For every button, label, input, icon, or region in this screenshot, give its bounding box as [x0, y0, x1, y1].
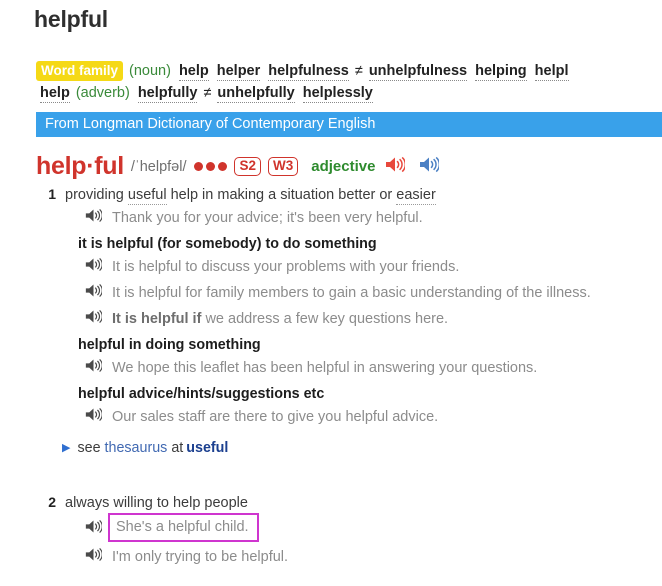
speaker-icon-british[interactable]: [385, 156, 407, 178]
dictionary-entry-page: helpful Word family (noun) help helper helpf…: [0, 0, 662, 586]
highlight-box: She's a helpful child.: [108, 513, 259, 542]
speaker-icon-example[interactable]: [85, 547, 103, 568]
word-family-line-1: Word family (noun) help helper helpfulness ≠ u…: [36, 60, 662, 82]
headword-row: help·ful /ˈhelpfəl/ S2 W3 adjective: [36, 152, 441, 181]
frequency-dots: [194, 162, 228, 171]
example-sentence: I'm only trying to be helpful.: [36, 547, 662, 568]
word-family-not-equal-2: ≠: [203, 85, 212, 101]
example-text: Our sales staff are there to give you he…: [112, 409, 439, 425]
word-family-word-help[interactable]: help: [178, 63, 209, 81]
word-family-line-2: help (adverb) helpfully ≠ unhelpfully helples…: [36, 82, 662, 104]
definition-link-useful[interactable]: useful: [127, 187, 167, 205]
example-text: She's a helpful child.: [116, 519, 249, 535]
example-sentence-highlighted: She's a helpful child.: [36, 513, 662, 542]
example-text: We hope this leaflet has been helpful in…: [112, 360, 538, 376]
example-sentence: It is helpful to discuss your problems w…: [36, 257, 662, 278]
definition-link-easier[interactable]: easier: [396, 187, 436, 205]
dictionary-source-banner: From Longman Dictionary of Contemporary …: [36, 112, 662, 137]
headword: help·ful: [36, 152, 124, 180]
frequency-dot-icon: [206, 162, 216, 171]
word-family-word-unhelpfulness[interactable]: unhelpfulness: [368, 63, 468, 81]
example-sentence: It is helpful for family members to gain…: [36, 283, 662, 304]
example-sentence: Our sales staff are there to give you he…: [36, 407, 662, 428]
word-family-word-helper[interactable]: helper: [216, 63, 261, 81]
speaker-icon-example[interactable]: [85, 257, 103, 278]
speaker-icon-example[interactable]: [85, 309, 103, 330]
sense-1-definition: providing useful help in making a situat…: [65, 187, 436, 205]
collocation-pattern: helpful in doing something: [78, 337, 261, 353]
example-text: It is helpful for family members to gain…: [112, 285, 591, 301]
definition-text-part: providing: [65, 187, 128, 203]
example-sentence: It is helpful if we address a few key qu…: [36, 309, 662, 330]
thesaurus-target-useful[interactable]: useful: [186, 440, 228, 456]
thesaurus-cross-reference[interactable]: ▶ see thesaurus at useful: [36, 440, 662, 456]
word-family-word-helping[interactable]: helping: [475, 63, 527, 81]
example-bold-prefix: It is helpful if: [112, 311, 202, 327]
example-text: Thank you for your advice; it's been ver…: [112, 210, 423, 226]
collocation-pattern: helpful advice/hints/suggestions etc: [78, 386, 325, 402]
speaker-icon-example[interactable]: [85, 407, 103, 428]
sense-2-definition: always willing to help people: [65, 495, 248, 511]
triangle-right-icon: ▶: [62, 441, 71, 454]
word-family-pos-adverb: (adverb): [75, 85, 130, 101]
speaker-icon-example[interactable]: [85, 519, 103, 540]
sense-2-header: 2 always willing to help people: [36, 494, 662, 511]
word-family-block: Word family (noun) help helper helpfulness ≠ u…: [36, 60, 662, 104]
page-title: helpful: [34, 6, 108, 32]
word-family-word-helpfully[interactable]: helpfully: [137, 85, 198, 103]
example-text: I'm only trying to be helpful.: [112, 549, 289, 565]
part-of-speech: adjective: [311, 158, 376, 175]
word-family-word-helpfulness[interactable]: helpfulness: [268, 63, 349, 81]
speaker-icon-example[interactable]: [85, 358, 103, 379]
speaker-icon-example[interactable]: [85, 208, 103, 229]
word-family-word-helplessly[interactable]: helplessly: [302, 85, 373, 103]
word-family-word-help-2[interactable]: help: [40, 85, 70, 103]
definition-text-part: help in making a situation better or: [166, 187, 397, 203]
example-text: we address a few key questions here.: [201, 311, 449, 327]
sense-2-number: 2: [48, 494, 56, 510]
thesaurus-at-label: at: [171, 440, 184, 456]
speaker-icon-american[interactable]: [419, 156, 441, 178]
word-family-pos-noun: (noun): [129, 63, 171, 79]
collocation-pattern: it is helpful (for somebody) to do somet…: [78, 236, 377, 252]
sense-1: 1 providing useful help in making a situ…: [36, 186, 662, 456]
sense-1-number: 1: [48, 186, 56, 202]
speaker-icon-example[interactable]: [85, 283, 103, 304]
word-family-not-equal-1: ≠: [354, 63, 363, 79]
frequency-dot-icon: [194, 162, 204, 171]
example-text-wrapper: It is helpful if we address a few key qu…: [112, 309, 448, 329]
thesaurus-see-label: see: [77, 440, 101, 456]
word-family-badge[interactable]: Word family: [36, 61, 124, 81]
thesaurus-link[interactable]: thesaurus: [105, 440, 168, 456]
sense-2: 2 always willing to help people She's a …: [36, 494, 662, 568]
example-text: It is helpful to discuss your problems w…: [112, 259, 460, 275]
example-sentence: We hope this leaflet has been helpful in…: [36, 358, 662, 379]
level-badge-s2[interactable]: S2: [234, 157, 261, 176]
frequency-dot-icon: [218, 162, 228, 171]
pronunciation: /ˈhelpfəl/: [130, 158, 187, 175]
level-badge-w3[interactable]: W3: [268, 157, 299, 176]
sense-1-header: 1 providing useful help in making a situ…: [36, 186, 662, 205]
word-family-word-unhelpfully[interactable]: unhelpfully: [217, 85, 295, 103]
word-family-word-helpless-truncated[interactable]: helpl: [534, 63, 569, 81]
example-sentence: Thank you for your advice; it's been ver…: [36, 208, 662, 229]
